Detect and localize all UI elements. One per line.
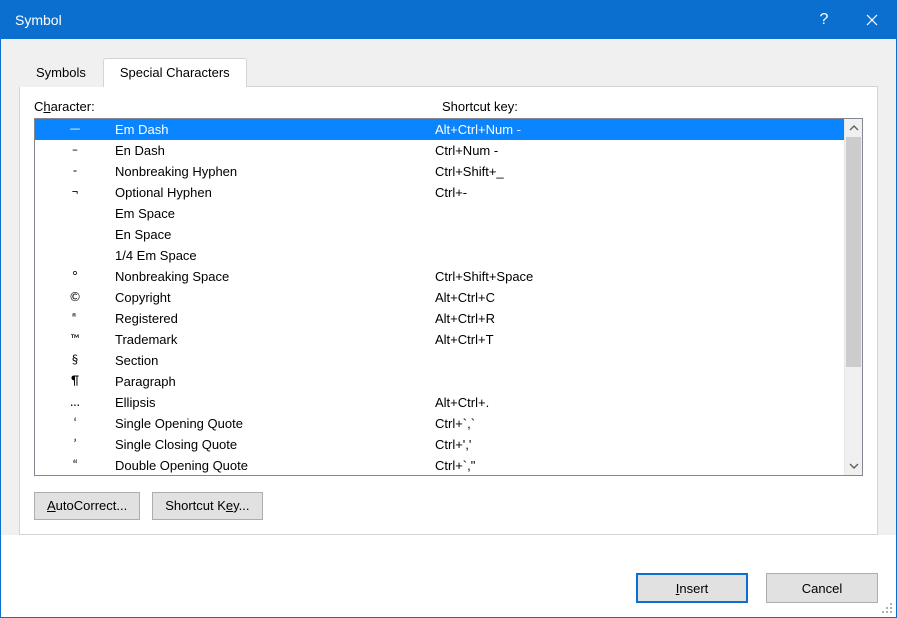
list-item[interactable]: ®RegisteredAlt+Ctrl+R — [35, 308, 844, 329]
lower-button-row: AutoCorrect... Shortcut Key... — [34, 492, 863, 520]
symbol-glyph: - — [35, 164, 115, 179]
list-item[interactable]: Em Space — [35, 203, 844, 224]
symbol-name: Single Closing Quote — [115, 437, 435, 452]
symbol-glyph: ¬ — [35, 185, 115, 200]
symbol-name: Double Opening Quote — [115, 458, 435, 473]
shortcut-key: Alt+Ctrl+R — [435, 311, 844, 326]
shortcut-key: Ctrl+`,` — [435, 416, 844, 431]
shortcut-key: Alt+Ctrl+Num - — [435, 122, 844, 137]
tab-strip: Symbols Special Characters — [19, 57, 878, 87]
list-item[interactable]: §Section — [35, 350, 844, 371]
symbol-name: Nonbreaking Hyphen — [115, 164, 435, 179]
shortcut-key: Ctrl+Shift+_ — [435, 164, 844, 179]
symbol-glyph: ¶ — [35, 374, 115, 389]
title-bar: Symbol ? — [1, 1, 896, 39]
list-item[interactable]: “Double Opening QuoteCtrl+`," — [35, 455, 844, 475]
list-item[interactable]: En Space — [35, 224, 844, 245]
shortcut-key: Ctrl+Shift+Space — [435, 269, 844, 284]
list-item[interactable]: 1/4 Em Space — [35, 245, 844, 266]
shortcut-key: Ctrl+`," — [435, 458, 844, 473]
symbol-name: Optional Hyphen — [115, 185, 435, 200]
symbol-glyph: © — [35, 290, 115, 305]
list-item[interactable]: ’Single Closing QuoteCtrl+',' — [35, 434, 844, 455]
symbol-name: Section — [115, 353, 435, 368]
list-item[interactable]: °Nonbreaking SpaceCtrl+Shift+Space — [35, 266, 844, 287]
autocorrect-button[interactable]: AutoCorrect... — [34, 492, 140, 520]
list-item[interactable]: ™TrademarkAlt+Ctrl+T — [35, 329, 844, 350]
list-item[interactable]: -Nonbreaking HyphenCtrl+Shift+_ — [35, 161, 844, 182]
character-listbox: —Em DashAlt+Ctrl+Num -–En DashCtrl+Num -… — [34, 118, 863, 476]
symbol-name: 1/4 Em Space — [115, 248, 435, 263]
symbol-name: Single Opening Quote — [115, 416, 435, 431]
tab-symbols-label: Symbols — [36, 65, 86, 80]
character-header: Character: — [34, 99, 442, 114]
title-bar-buttons: ? — [800, 1, 896, 39]
window-title: Symbol — [15, 12, 800, 28]
symbol-name: Ellipsis — [115, 395, 435, 410]
list-item[interactable]: ©CopyrightAlt+Ctrl+C — [35, 287, 844, 308]
symbol-glyph: ® — [35, 311, 115, 326]
shortcut-key: Alt+Ctrl+. — [435, 395, 844, 410]
list-item[interactable]: —Em DashAlt+Ctrl+Num - — [35, 119, 844, 140]
symbol-glyph: ° — [35, 269, 115, 284]
symbol-name: Nonbreaking Space — [115, 269, 435, 284]
list-item[interactable]: …EllipsisAlt+Ctrl+. — [35, 392, 844, 413]
symbol-glyph: ™ — [35, 332, 115, 347]
shortcut-key: Alt+Ctrl+C — [435, 290, 844, 305]
scrollbar — [844, 119, 862, 475]
cancel-button[interactable]: Cancel — [766, 573, 878, 603]
panel-special-characters: Character: Shortcut key: —Em DashAlt+Ctr… — [19, 87, 878, 535]
shortcut-key: Ctrl+',' — [435, 437, 844, 452]
character-list[interactable]: —Em DashAlt+Ctrl+Num -–En DashCtrl+Num -… — [35, 119, 844, 475]
symbol-name: Em Space — [115, 206, 435, 221]
chevron-up-icon — [849, 125, 859, 131]
column-headers: Character: Shortcut key: — [34, 99, 863, 114]
close-icon — [866, 14, 878, 26]
list-item[interactable]: –En DashCtrl+Num - — [35, 140, 844, 161]
shortcut-key: Ctrl+Num - — [435, 143, 844, 158]
symbol-name: Trademark — [115, 332, 435, 347]
symbol-name: Copyright — [115, 290, 435, 305]
symbol-name: Registered — [115, 311, 435, 326]
resize-grip-icon[interactable] — [880, 601, 894, 615]
chevron-down-icon — [849, 463, 859, 469]
shortcut-key: Alt+Ctrl+T — [435, 332, 844, 347]
symbol-name: Em Dash — [115, 122, 435, 137]
shortcut-header: Shortcut key: — [442, 99, 863, 114]
tab-special-characters[interactable]: Special Characters — [103, 58, 247, 87]
tab-special-label: Special Characters — [120, 65, 230, 80]
list-item[interactable]: ¬Optional HyphenCtrl+- — [35, 182, 844, 203]
symbol-glyph: … — [35, 395, 115, 410]
list-item[interactable]: ‘Single Opening QuoteCtrl+`,` — [35, 413, 844, 434]
footer-buttons: Insert Cancel — [636, 573, 878, 603]
symbol-glyph: ‘ — [35, 416, 115, 431]
scrollbar-thumb[interactable] — [846, 137, 861, 367]
tab-symbols[interactable]: Symbols — [19, 58, 103, 87]
insert-button[interactable]: Insert — [636, 573, 748, 603]
symbol-glyph: — — [35, 122, 115, 137]
symbol-name: En Dash — [115, 143, 435, 158]
scroll-down-button[interactable] — [845, 457, 862, 475]
shortcut-key-button[interactable]: Shortcut Key... — [152, 492, 262, 520]
close-button[interactable] — [848, 1, 896, 39]
symbol-glyph: ’ — [35, 437, 115, 452]
symbol-name: En Space — [115, 227, 435, 242]
shortcut-key: Ctrl+- — [435, 185, 844, 200]
dialog-body: Symbols Special Characters Character: Sh… — [1, 39, 896, 535]
scroll-up-button[interactable] — [845, 119, 862, 137]
symbol-name: Paragraph — [115, 374, 435, 389]
symbol-glyph: “ — [35, 458, 115, 473]
symbol-glyph: § — [35, 353, 115, 368]
list-item[interactable]: ¶Paragraph — [35, 371, 844, 392]
symbol-glyph: – — [35, 143, 115, 158]
scrollbar-track[interactable] — [845, 137, 862, 457]
help-button[interactable]: ? — [800, 1, 848, 39]
